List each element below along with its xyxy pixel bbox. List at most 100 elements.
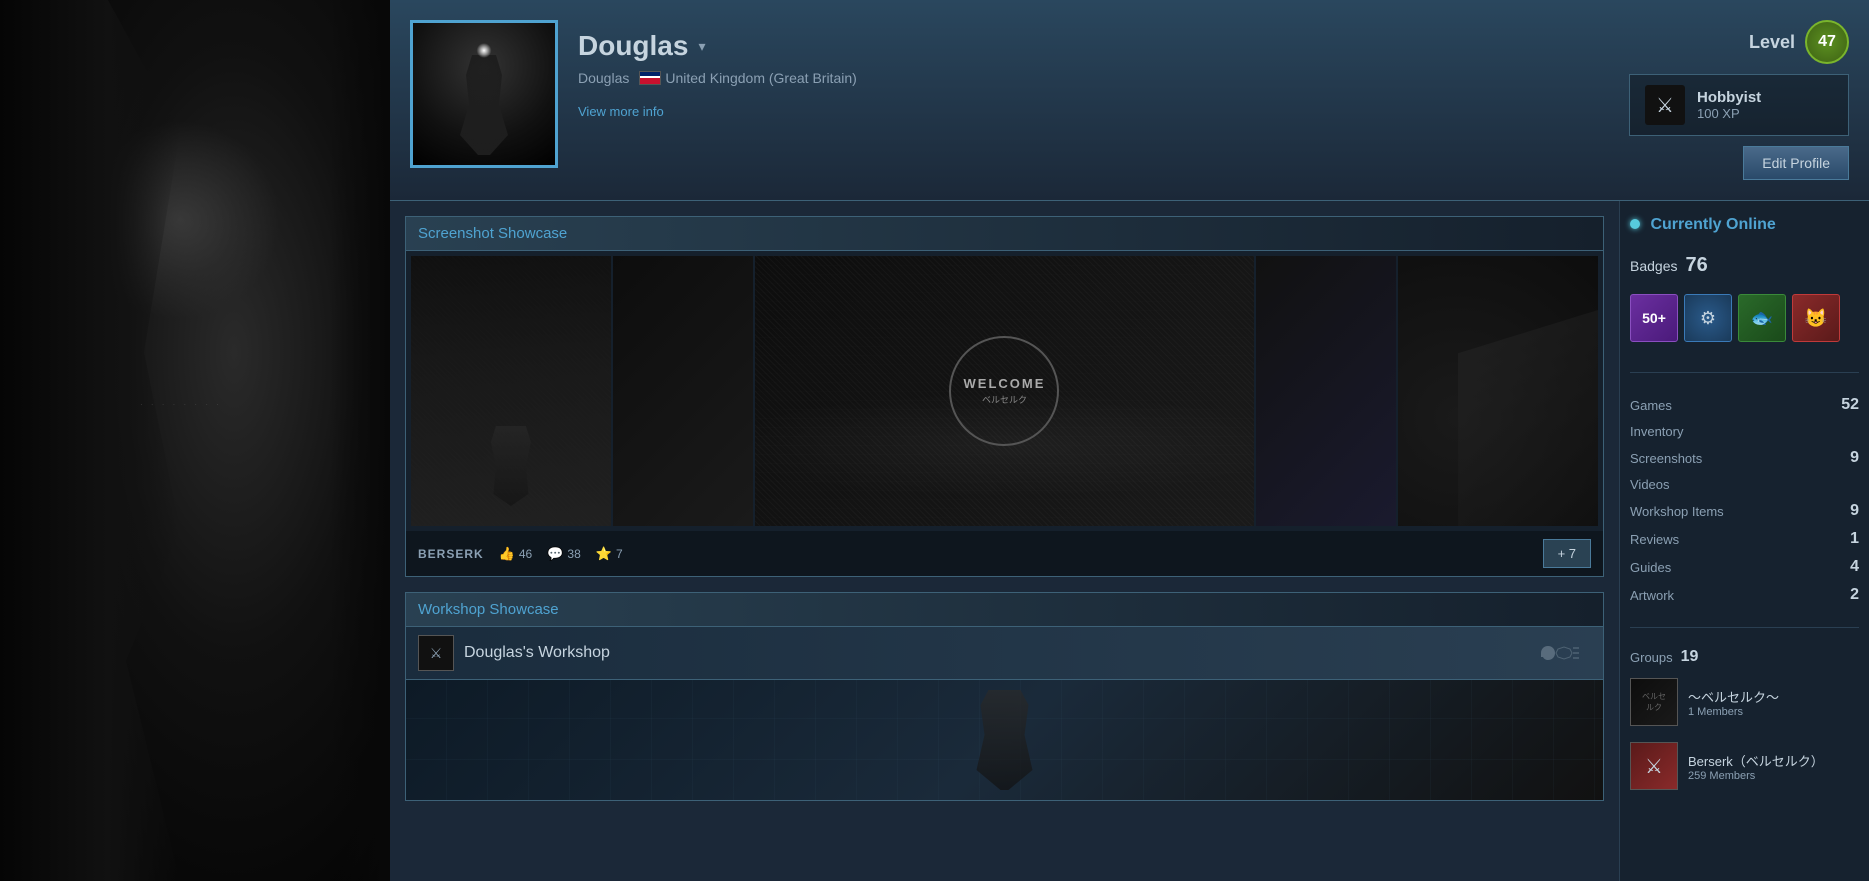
avatar-light (477, 43, 492, 58)
profile-name-row: Douglas ▾ (578, 30, 1589, 62)
profile-header: Douglas ▾ Douglas United Kingdom (Great … (390, 0, 1869, 201)
group-name-2: Berserk（ベルセルク） (1688, 751, 1824, 770)
group-item-2[interactable]: ⚔ Berserk（ベルセルク） 259 Members (1630, 738, 1859, 794)
likes-count: 46 (519, 547, 532, 561)
artwork-label: Artwork (1630, 588, 1674, 603)
hobbyist-title: Hobbyist (1697, 89, 1761, 106)
screenshot-showcase-header: Screenshot Showcase (406, 217, 1603, 251)
badges-icons-container: 50+ ⚙ 🐟 😺 (1630, 294, 1859, 342)
workshop-items-label: Workshop Items (1630, 504, 1724, 519)
badges-count: 76 (1685, 254, 1707, 277)
group-info-1: ～ベルセルク～ 1 Members (1688, 687, 1779, 718)
badge-red-icon[interactable]: 😺 (1792, 294, 1840, 342)
workshop-showcase-header: Workshop Showcase (406, 593, 1603, 627)
welcome-subtitle: ベルセルク (982, 393, 1027, 406)
art-cliff-right (330, 0, 390, 881)
screenshot-item-1[interactable] (411, 256, 611, 526)
hobbyist-box: ⚔ Hobbyist 100 XP (1629, 74, 1849, 136)
screenshot-grid: WELCOME ベルセルク (406, 251, 1603, 531)
guides-label: Guides (1630, 560, 1671, 575)
group-members-2: 259 Members (1688, 770, 1824, 782)
ss-art-2 (613, 256, 753, 526)
level-value: 47 (1818, 33, 1836, 51)
edit-profile-button[interactable]: Edit Profile (1743, 146, 1849, 180)
groups-header: Groups 19 (1630, 648, 1859, 666)
groups-count: 19 (1681, 648, 1699, 666)
guides-stat-row[interactable]: Guides 4 (1630, 555, 1859, 579)
badges-label: Badges (1630, 258, 1677, 274)
stars-count: 7 (616, 547, 623, 561)
profile-right: Level 47 ⚔ Hobbyist 100 XP Edit Profile (1609, 20, 1849, 180)
stars-stat: ⭐ 7 (596, 546, 623, 562)
profile-subname: Douglas (578, 70, 629, 86)
guides-value: 4 (1850, 558, 1859, 576)
star-icon: ⭐ (596, 546, 612, 562)
welcome-text: WELCOME (964, 376, 1046, 391)
group-members-1: 1 Members (1688, 706, 1779, 718)
more-screenshots-button[interactable]: + 7 (1543, 539, 1591, 568)
group-item-1[interactable]: ベルセルク ～ベルセルク～ 1 Members (1630, 674, 1859, 730)
screenshot-showcase-panel: Screenshot Showcase (405, 216, 1604, 577)
games-stat-row[interactable]: Games 52 (1630, 393, 1859, 417)
badges-row: Badges 76 (1630, 254, 1859, 277)
country-flag: United Kingdom (Great Britain) (639, 70, 856, 86)
games-label: Games (1630, 398, 1672, 413)
artwork-stat-row[interactable]: Artwork 2 (1630, 583, 1859, 607)
right-sidebar: Currently Online Badges 76 50+ ⚙ 🐟 😺 Gam… (1619, 201, 1869, 881)
online-dot-icon (1630, 219, 1640, 229)
inventory-label: Inventory (1630, 424, 1683, 439)
workshop-items-value: 9 (1850, 502, 1859, 520)
screenshot-item-2[interactable] (613, 256, 753, 526)
reviews-label: Reviews (1630, 532, 1679, 547)
level-container: Level 47 (1749, 20, 1849, 64)
videos-label: Videos (1630, 477, 1670, 492)
comments-stat: 💬 38 (547, 546, 581, 562)
steam-logo-icon (1531, 638, 1591, 668)
divider-1 (1630, 372, 1859, 373)
profile-name: Douglas (578, 30, 688, 62)
screenshot-item-3[interactable]: WELCOME ベルセルク (755, 256, 1255, 526)
groups-label: Groups (1630, 650, 1673, 665)
group-avatar-1: ベルセルク (1630, 678, 1678, 726)
avatar-art (413, 23, 555, 165)
workshop-preview (406, 680, 1603, 800)
badge-gear-icon[interactable]: ⚙ (1684, 294, 1732, 342)
welcome-circle: WELCOME ベルセルク (949, 336, 1059, 446)
center-content: Screenshot Showcase (390, 201, 1619, 881)
like-icon: 👍 (499, 546, 515, 562)
view-more-info-link[interactable]: View more info (578, 104, 1589, 119)
badge-green-icon[interactable]: 🐟 (1738, 294, 1786, 342)
hobbyist-text: Hobbyist 100 XP (1697, 89, 1761, 121)
country-name: United Kingdom (Great Britain) (665, 70, 856, 86)
screenshots-stat-row[interactable]: Screenshots 9 (1630, 446, 1859, 470)
level-badge: 47 (1805, 20, 1849, 64)
art-birds: · · · · · · · · (140, 400, 222, 409)
group-info-2: Berserk（ベルセルク） 259 Members (1688, 751, 1824, 782)
dropdown-arrow-icon[interactable]: ▾ (698, 38, 705, 55)
body-section: Screenshot Showcase (390, 201, 1869, 881)
badge-50plus-icon[interactable]: 50+ (1630, 294, 1678, 342)
artwork-value: 2 (1850, 586, 1859, 604)
workshop-name[interactable]: Douglas's Workshop (464, 644, 610, 662)
divider-2 (1630, 627, 1859, 628)
group-avatar-2: ⚔ (1630, 742, 1678, 790)
inventory-stat-row[interactable]: Inventory (1630, 421, 1859, 442)
screenshot-info: BERSERK 👍 46 💬 38 ⭐ 7 + 7 (406, 531, 1603, 576)
ss-art-5 (1398, 256, 1598, 526)
avatar-container[interactable] (410, 20, 558, 168)
stats-section: Games 52 Inventory Screenshots 9 Videos … (1630, 393, 1859, 607)
workshop-items-stat-row[interactable]: Workshop Items 9 (1630, 499, 1859, 523)
games-value: 52 (1841, 396, 1859, 414)
hobbyist-icon: ⚔ (1645, 85, 1685, 125)
workshop-art (406, 680, 1603, 800)
videos-stat-row[interactable]: Videos (1630, 474, 1859, 495)
game-name: BERSERK (418, 547, 484, 561)
reviews-stat-row[interactable]: Reviews 1 (1630, 527, 1859, 551)
screenshot-item-5[interactable] (1398, 256, 1598, 526)
currently-online-status: Currently Online (1630, 216, 1859, 234)
screenshot-item-4[interactable] (1256, 256, 1396, 526)
workshop-showcase-panel: Workshop Showcase ⚔ Douglas's Workshop (405, 592, 1604, 801)
groups-section: Groups 19 ベルセルク ～ベルセルク～ 1 Members (1630, 648, 1859, 794)
group-avatar-berserk-art: ベルセルク (1631, 679, 1677, 725)
screenshots-label: Screenshots (1630, 451, 1702, 466)
